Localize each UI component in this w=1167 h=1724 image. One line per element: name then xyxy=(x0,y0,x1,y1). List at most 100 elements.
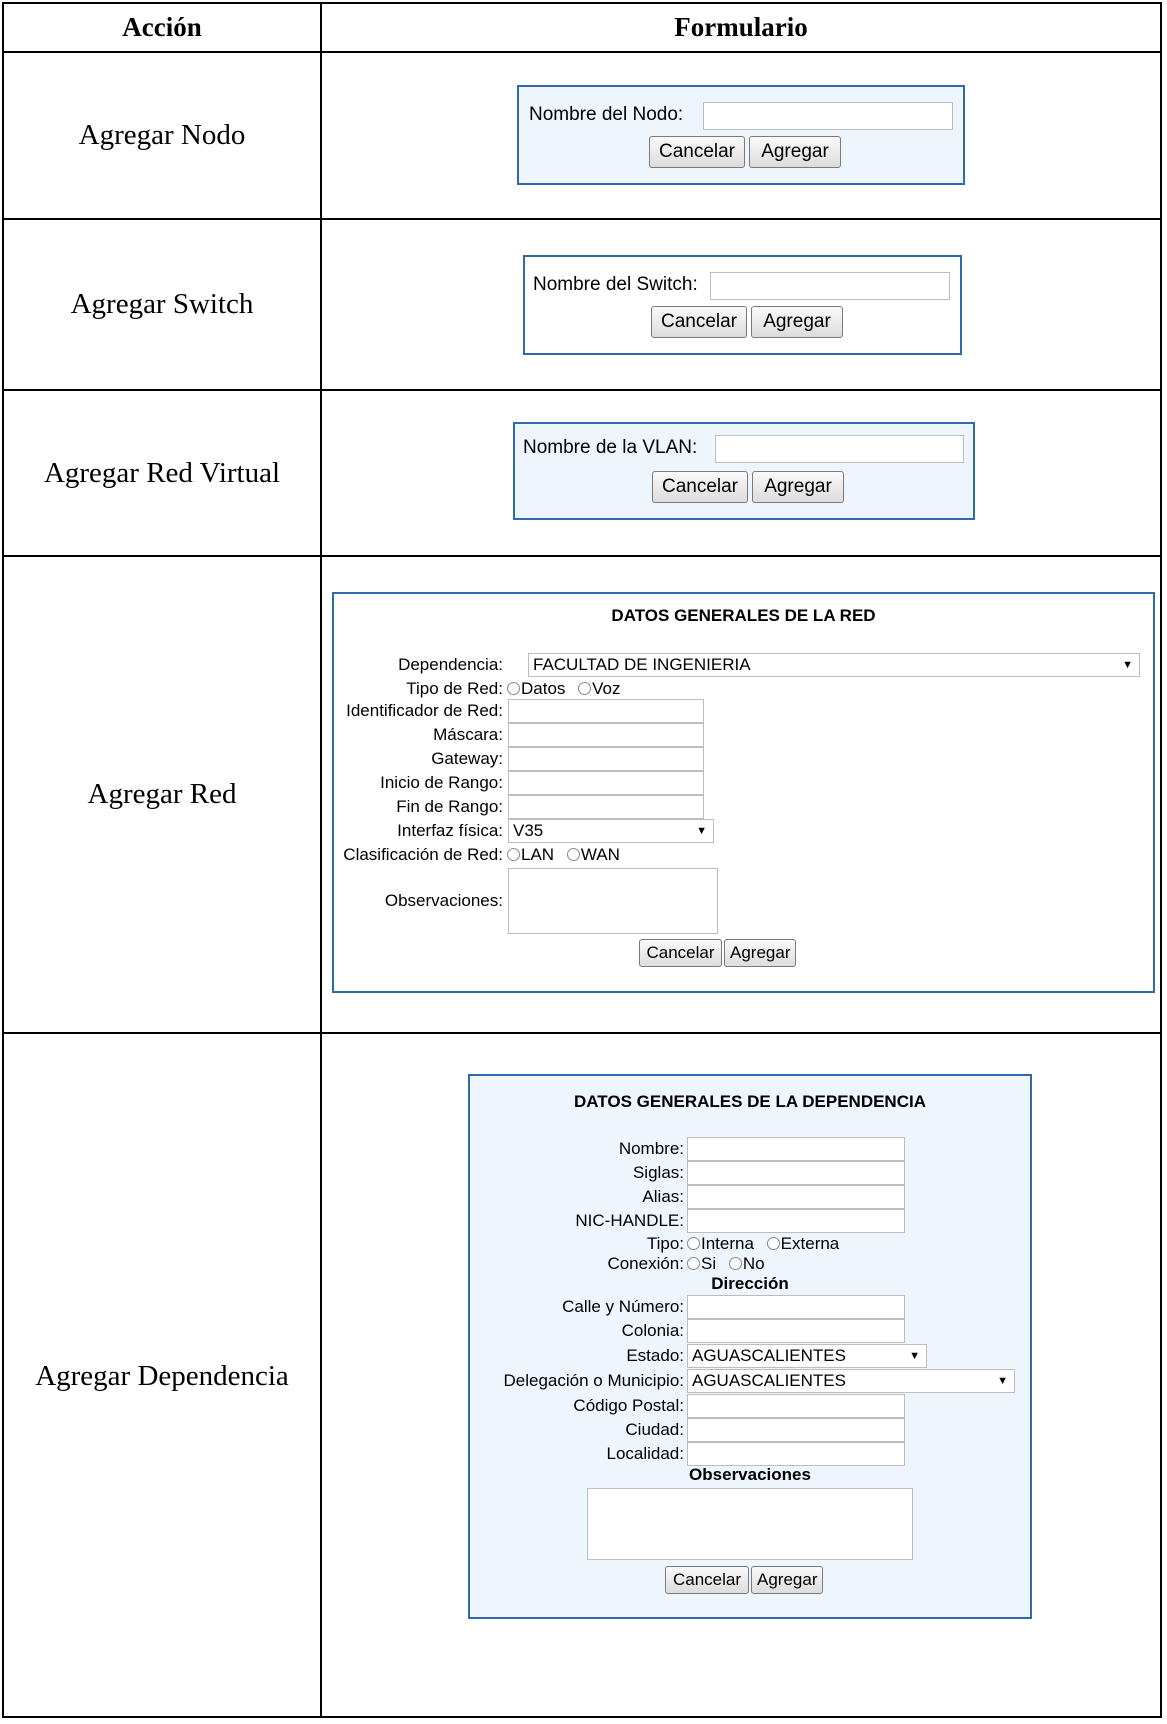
dependencia-label: Dependencia: xyxy=(398,655,503,674)
direccion-title: Dirección xyxy=(711,1274,789,1293)
siglas-label: Siglas: xyxy=(632,1163,684,1182)
conexion-radio-group: Si No xyxy=(687,1253,773,1275)
actions-table: Acción Formulario Agregar Nodo Agregar S… xyxy=(2,2,1162,1718)
mascara-input[interactable] xyxy=(508,723,704,747)
chevron-down-icon: ▼ xyxy=(997,1375,1008,1387)
nodo-name-input[interactable] xyxy=(703,102,953,130)
clasificacion-label: Clasificación de Red: xyxy=(343,845,503,864)
dependencia-form-title: DATOS GENERALES DE LA DEPENDENCIA xyxy=(573,1092,926,1111)
tipo-red-radio-group: Datos Voz xyxy=(507,678,629,700)
calle-input[interactable] xyxy=(687,1295,905,1319)
delegacion-selected-value: AGUASCALIENTES xyxy=(692,1371,846,1390)
siglas-input[interactable] xyxy=(687,1161,905,1185)
localidad-label: Localidad: xyxy=(606,1444,684,1463)
radio-circle-icon xyxy=(687,1257,700,1270)
cancel-button[interactable]: Cancelar xyxy=(649,136,745,168)
estado-select[interactable]: AGUASCALIENTES ▼ xyxy=(687,1344,927,1368)
nodo-name-label: Nombre del Nodo: xyxy=(529,104,684,125)
dependencia-select[interactable]: FACULTAD DE INGENIERIA ▼ xyxy=(528,653,1140,677)
colonia-label: Colonia: xyxy=(621,1321,684,1340)
action-agregar-red-virtual: Agregar Red Virtual xyxy=(43,456,281,489)
delegacion-select[interactable]: AGUASCALIENTES ▼ xyxy=(687,1369,1015,1393)
gateway-label: Gateway: xyxy=(431,749,503,768)
inicio-rango-input[interactable] xyxy=(508,771,704,795)
tipo-radio-group: Interna Externa xyxy=(687,1233,847,1255)
fin-rango-input[interactable] xyxy=(508,795,704,819)
action-agregar-red: Agregar Red xyxy=(87,778,237,810)
chevron-down-icon: ▼ xyxy=(909,1350,920,1362)
red-form-title: DATOS GENERALES DE LA RED xyxy=(611,606,876,625)
radio-lan[interactable]: LAN xyxy=(507,845,554,864)
column-divider xyxy=(320,4,322,1716)
action-agregar-nodo: Agregar Nodo xyxy=(78,119,246,151)
add-button[interactable]: Agregar xyxy=(751,1566,823,1594)
tipo-label: Tipo: xyxy=(646,1234,684,1253)
colonia-input[interactable] xyxy=(687,1319,905,1343)
inicio-rango-label: Inicio de Rango: xyxy=(380,773,503,792)
add-button[interactable]: Agregar xyxy=(724,939,796,967)
nic-handle-input[interactable] xyxy=(687,1209,905,1233)
interfaz-label: Interfaz física: xyxy=(397,821,503,840)
radio-externa[interactable]: Externa xyxy=(766,1234,839,1253)
vlan-name-input[interactable] xyxy=(715,435,964,463)
ciudad-label: Ciudad: xyxy=(625,1420,684,1439)
header-formulario: Formulario xyxy=(674,12,808,42)
radio-circle-icon xyxy=(687,1237,700,1250)
form-agregar-red-virtual: Nombre de la VLAN: Cancelar Agregar xyxy=(513,422,975,520)
interfaz-select[interactable]: V35 ▼ xyxy=(508,819,714,843)
cancel-button[interactable]: Cancelar xyxy=(651,306,747,338)
chevron-down-icon: ▼ xyxy=(696,825,707,837)
radio-si[interactable]: Si xyxy=(687,1254,716,1273)
radio-no[interactable]: No xyxy=(728,1254,765,1273)
radio-circle-icon xyxy=(507,848,520,861)
dependencia-selected-value: FACULTAD DE INGENIERIA xyxy=(533,655,751,674)
cancel-button[interactable]: Cancelar xyxy=(665,1566,749,1594)
action-agregar-switch: Agregar Switch xyxy=(70,288,254,320)
radio-circle-icon xyxy=(728,1257,742,1270)
switch-name-input[interactable] xyxy=(710,272,950,300)
localidad-input[interactable] xyxy=(687,1442,905,1466)
nombre-label: Nombre: xyxy=(618,1139,684,1158)
identificador-label: Identificador de Red: xyxy=(346,701,503,720)
codigo-postal-input[interactable] xyxy=(687,1394,905,1418)
form-agregar-dependencia: DATOS GENERALES DE LA DEPENDENCIA Nombre… xyxy=(468,1074,1032,1619)
add-button[interactable]: Agregar xyxy=(749,136,841,168)
radio-interna[interactable]: Interna xyxy=(687,1234,754,1253)
radio-circle-icon xyxy=(578,682,592,695)
form-agregar-red: DATOS GENERALES DE LA RED Dependencia: F… xyxy=(332,592,1155,993)
fin-rango-label: Fin de Rango: xyxy=(396,797,503,816)
calle-label: Calle y Número: xyxy=(562,1297,684,1316)
delegacion-label: Delegación o Municipio: xyxy=(503,1371,685,1390)
radio-datos[interactable]: Datos xyxy=(507,679,565,698)
identificador-input[interactable] xyxy=(508,699,704,723)
mascara-label: Máscara: xyxy=(433,725,503,744)
observaciones-title: Observaciones xyxy=(689,1465,811,1484)
vlan-name-label: Nombre de la VLAN: xyxy=(523,437,698,458)
clasificacion-radio-group: LAN WAN xyxy=(507,844,628,866)
radio-voz[interactable]: Voz xyxy=(578,679,621,698)
form-agregar-nodo: Nombre del Nodo: Cancelar Agregar xyxy=(517,85,965,185)
interfaz-selected-value: V35 xyxy=(513,821,544,840)
switch-name-label: Nombre del Switch: xyxy=(533,274,698,295)
form-agregar-switch: Nombre del Switch: Cancelar Agregar xyxy=(523,255,962,355)
observaciones-textarea[interactable] xyxy=(508,868,718,934)
cancel-button[interactable]: Cancelar xyxy=(652,471,748,503)
codigo-postal-label: Código Postal: xyxy=(573,1396,684,1415)
add-button[interactable]: Agregar xyxy=(752,471,844,503)
cancel-button[interactable]: Cancelar xyxy=(639,939,722,967)
nombre-input[interactable] xyxy=(687,1137,905,1161)
alias-input[interactable] xyxy=(687,1185,905,1209)
radio-circle-icon xyxy=(766,1237,780,1250)
radio-wan[interactable]: WAN xyxy=(566,845,620,864)
ciudad-input[interactable] xyxy=(687,1418,905,1442)
tipo-red-label: Tipo de Red: xyxy=(406,679,503,698)
radio-circle-icon xyxy=(566,848,580,861)
gateway-input[interactable] xyxy=(508,747,704,771)
observaciones-textarea[interactable] xyxy=(587,1488,913,1560)
observaciones-label: Observaciones: xyxy=(384,891,503,910)
conexion-label: Conexión: xyxy=(607,1254,684,1273)
add-button[interactable]: Agregar xyxy=(751,306,843,338)
radio-circle-icon xyxy=(507,682,520,695)
chevron-down-icon: ▼ xyxy=(1122,659,1133,671)
action-agregar-dependencia: Agregar Dependencia xyxy=(35,1359,289,1392)
